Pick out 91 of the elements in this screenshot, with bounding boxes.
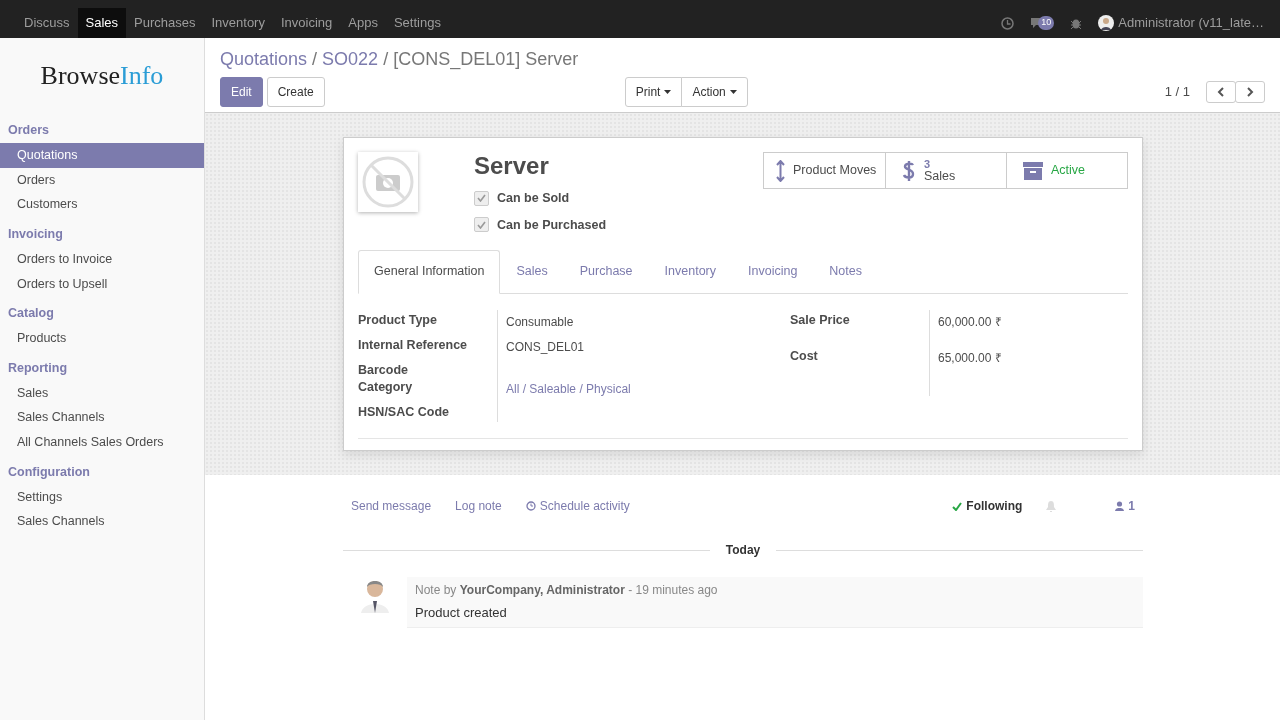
field-label: HSN/SAC Code	[358, 405, 449, 420]
followers-button[interactable]: 1	[1115, 497, 1135, 515]
tab[interactable]: Inventory	[648, 250, 732, 294]
check-icon	[477, 194, 486, 203]
chatter-action[interactable]: Log note	[455, 497, 502, 515]
sidebar-item[interactable]: All Channels Sales Orders	[0, 430, 204, 455]
breadcrumb-separator: /	[312, 48, 318, 71]
breadcrumb-current: [CONS_DEL01] Server	[393, 48, 579, 72]
smart-button[interactable]: Product Moves	[763, 152, 886, 189]
no-camera-icon	[361, 155, 415, 209]
field-label: Product Type	[358, 313, 437, 328]
sidebar-section-title[interactable]: Orders	[0, 117, 204, 143]
action-dropdown[interactable]: Action	[681, 77, 748, 107]
sidebar-item[interactable]: Sales Channels	[0, 405, 204, 430]
menu-item[interactable]: Invoicing	[272, 8, 341, 38]
checkbox-label: Can be Purchased	[497, 216, 607, 234]
field-value: CONS_DEL01	[506, 340, 585, 355]
pager-counter: 1 / 1	[1164, 83, 1190, 102]
caret-icon	[729, 90, 737, 94]
message-author[interactable]: YourCompany, Administrator	[459, 583, 625, 597]
sidebar-item[interactable]: Orders to Invoice	[0, 246, 204, 272]
next-button[interactable]	[1235, 81, 1265, 103]
sidebar-section-title[interactable]: Catalog	[0, 300, 204, 326]
checkbox-label: Can be Sold	[497, 189, 570, 207]
checkbox[interactable]	[474, 217, 489, 233]
breadcrumb-separator: /	[383, 48, 389, 71]
tab[interactable]: Invoicing	[732, 250, 814, 294]
logo: BrowseInfo	[39, 60, 165, 92]
date-separator: Today	[725, 542, 761, 559]
category-link[interactable]: All / Saleable / Physical	[506, 382, 631, 397]
sidebar-section-title[interactable]: Configuration	[0, 458, 204, 485]
vertical-arrows-icon	[776, 159, 785, 182]
sidebar-item[interactable]: Sales	[0, 380, 204, 406]
menu-item[interactable]: Sales	[77, 8, 127, 38]
dollar-icon	[902, 158, 916, 183]
sidebar-item[interactable]: Orders	[0, 167, 204, 193]
chatter-action[interactable]: Schedule activity	[525, 497, 630, 515]
field-label: Internal Reference	[358, 338, 468, 353]
tab[interactable]: Sales	[500, 250, 564, 294]
field-label: Cost	[790, 349, 818, 364]
clock-icon	[525, 501, 536, 511]
print-dropdown[interactable]: Print	[624, 77, 683, 107]
edit-button[interactable]: Edit	[220, 77, 263, 107]
chevron-right-icon	[1246, 87, 1254, 97]
field-value: 65,000.00 ₹	[938, 351, 1002, 366]
sidebar-item[interactable]: Products	[0, 326, 204, 351]
chevron-left-icon	[1217, 87, 1225, 97]
field-value: 60,000.00 ₹	[938, 315, 1002, 330]
checkbox[interactable]	[474, 190, 489, 206]
person-icon	[1115, 501, 1125, 511]
field-label: Category	[358, 380, 413, 395]
chatter-action[interactable]: Send message	[351, 497, 432, 515]
message-prefix: Note by	[415, 583, 458, 597]
check-icon	[952, 501, 963, 511]
menu-item[interactable]: Purchases	[126, 8, 204, 38]
message-time: - 19 minutes ago	[627, 583, 718, 597]
bell-icon	[1046, 500, 1057, 512]
menu-item[interactable]: Discuss	[16, 8, 78, 38]
menu-item[interactable]: Inventory	[203, 8, 273, 38]
sidebar-item[interactable]: Quotations	[0, 142, 204, 168]
field-label: Barcode	[358, 363, 409, 378]
sidebar-item[interactable]: Customers	[0, 192, 204, 217]
menu-item[interactable]: Settings	[385, 8, 449, 38]
smart-button[interactable]: 3 Sales	[885, 152, 1007, 189]
previous-button[interactable]	[1206, 81, 1236, 103]
message-body: Product created	[415, 604, 508, 622]
following-button[interactable]: Following	[952, 497, 1023, 515]
breadcrumb-link[interactable]: SO022	[322, 46, 379, 73]
field-label: Sale Price	[790, 313, 850, 328]
sidebar-section-title[interactable]: Invoicing	[0, 221, 204, 247]
field-value: Consumable	[506, 315, 574, 330]
smart-button[interactable]: Active	[1006, 152, 1128, 189]
sidebar-item[interactable]: Orders to Upsell	[0, 271, 204, 297]
tab[interactable]: Notes	[813, 250, 878, 294]
product-name: Server	[474, 152, 550, 181]
sidebar-section-title[interactable]: Reporting	[0, 354, 204, 381]
clock-icon	[1001, 16, 1015, 30]
bug-icon	[1070, 17, 1083, 29]
breadcrumb-link[interactable]: Quotations	[220, 46, 308, 73]
sidebar-item[interactable]: Sales Channels	[0, 509, 204, 534]
create-button[interactable]: Create	[266, 77, 325, 107]
tab[interactable]: General Information	[358, 250, 501, 295]
tab[interactable]: Purchase	[563, 250, 649, 294]
check-icon	[477, 220, 486, 229]
user-name[interactable]: Administrator (v11_late…	[1118, 13, 1264, 33]
caret-icon	[664, 90, 672, 94]
menu-item[interactable]: Apps	[340, 8, 386, 38]
message-count: 10	[1038, 16, 1055, 30]
avatar-icon	[1098, 15, 1115, 31]
archive-box-icon	[1023, 161, 1043, 180]
sidebar-item[interactable]: Settings	[0, 484, 204, 510]
